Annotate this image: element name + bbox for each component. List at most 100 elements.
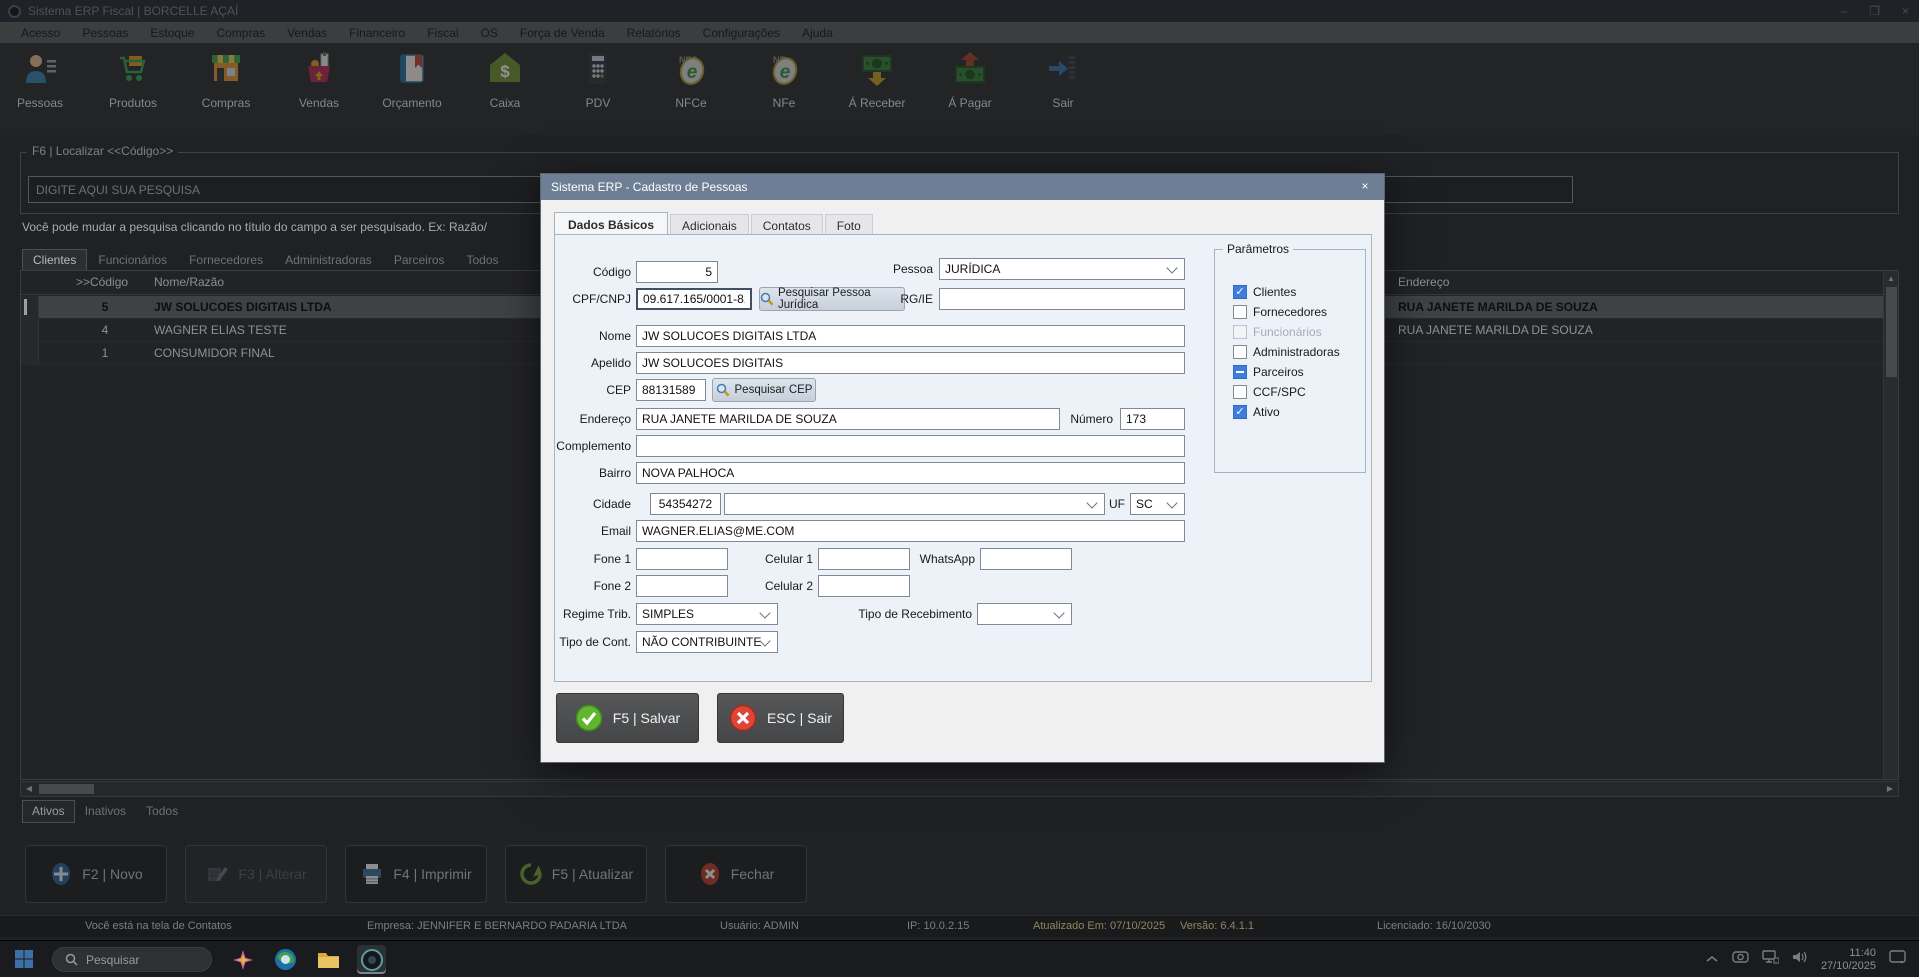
toolbar-nfe[interactable]: NF e NFe	[758, 51, 810, 110]
grid-header-nome[interactable]: Nome/Razão	[154, 275, 224, 289]
files-icon[interactable]	[314, 945, 343, 974]
novo-button[interactable]: F2 | Novo	[25, 845, 167, 903]
celular2-field[interactable]	[818, 575, 910, 597]
erp-app-icon[interactable]	[357, 945, 386, 974]
toolbar-orcamento[interactable]: Orçamento	[386, 51, 438, 110]
menu-compras[interactable]: Compras	[205, 24, 276, 42]
notification-center-icon[interactable]	[1889, 949, 1907, 970]
scroll-up-icon[interactable]: ▲	[1884, 271, 1898, 286]
menu-os[interactable]: OS	[470, 24, 509, 42]
tipo-de-cont-select[interactable]: NÃO CONTRIBUINTE	[636, 631, 778, 653]
taskbar-clock[interactable]: 11:40 27/10/2025	[1821, 947, 1876, 973]
horizontal-scrollbar[interactable]: ◀ ▶	[20, 781, 1899, 797]
toolbar-caixa[interactable]: $ Caixa	[479, 51, 531, 110]
tab-todos-filter[interactable]: Todos	[136, 800, 188, 823]
tab-parceiros[interactable]: Parceiros	[383, 249, 456, 272]
checkbox-administradoras[interactable]: ✓ Administradoras	[1233, 344, 1340, 360]
toolbar-pdv[interactable]: PDV	[572, 51, 624, 110]
nome-label: Nome	[555, 325, 631, 347]
menu-estoque[interactable]: Estoque	[139, 24, 205, 42]
codigo-field[interactable]	[636, 261, 718, 283]
tab-inativos[interactable]: Inativos	[75, 800, 136, 823]
uf-value: SC	[1131, 497, 1168, 511]
complemento-field[interactable]	[636, 435, 1185, 457]
toolbar-nfce[interactable]: NFC e NFCe	[665, 51, 717, 110]
checkbox-ativo[interactable]: ✓ Ativo	[1233, 404, 1280, 420]
checkbox-fornecedores[interactable]: ✓ Fornecedores	[1233, 304, 1327, 320]
cep-field[interactable]	[636, 379, 706, 401]
rg-ie-field[interactable]	[939, 288, 1185, 310]
pessoa-select[interactable]: JURÍDICA	[939, 258, 1185, 280]
menu-fiscal[interactable]: Fiscal	[416, 24, 469, 42]
fechar-button[interactable]: Fechar	[665, 845, 807, 903]
menu-configuracoes[interactable]: Configurações	[692, 24, 791, 42]
apelido-label: Apelido	[555, 352, 631, 374]
fone2-field[interactable]	[636, 575, 728, 597]
pesquisar-cep-button[interactable]: Pesquisar CEP	[712, 378, 816, 402]
screen-record-icon[interactable]	[1732, 950, 1749, 969]
grid-header-endereco[interactable]: Endereço	[1398, 275, 1449, 289]
toolbar-pessoas[interactable]: Pessoas	[14, 51, 66, 110]
tab-administradoras[interactable]: Administradoras	[274, 249, 383, 272]
volume-icon[interactable]	[1792, 950, 1808, 969]
grid-header-codigo[interactable]: >>Código	[76, 275, 128, 289]
celular1-field[interactable]	[818, 548, 910, 570]
nome-field[interactable]	[636, 325, 1185, 347]
menu-forca-de-venda[interactable]: Força de Venda	[509, 24, 616, 42]
menu-acesso[interactable]: Acesso	[10, 24, 71, 42]
numero-field[interactable]	[1120, 408, 1185, 430]
maximize-button[interactable]: ❐	[1869, 4, 1880, 18]
checkbox-ccf-spc[interactable]: ✓ CCF/SPC	[1233, 384, 1306, 400]
toolbar-sair[interactable]: Sair	[1037, 51, 1089, 110]
scrollbar-thumb[interactable]	[1886, 287, 1897, 377]
browser-icon[interactable]	[271, 945, 300, 974]
tipo-recebimento-select[interactable]	[977, 603, 1072, 625]
minimize-button[interactable]: –	[1841, 4, 1848, 18]
close-button[interactable]: ×	[1902, 4, 1909, 18]
tab-ativos[interactable]: Ativos	[22, 800, 75, 823]
checkbox-icon: ✓	[1233, 385, 1247, 399]
salvar-button[interactable]: F5 | Salvar	[556, 693, 699, 743]
menu-vendas[interactable]: Vendas	[276, 24, 338, 42]
menu-financeiro[interactable]: Financeiro	[338, 24, 416, 42]
start-button[interactable]	[14, 949, 34, 974]
bairro-field[interactable]	[636, 462, 1185, 484]
taskbar-search[interactable]: Pesquisar	[52, 947, 212, 972]
apelido-field[interactable]	[636, 352, 1185, 374]
imprimir-button[interactable]: F4 | Imprimir	[345, 845, 487, 903]
vertical-scrollbar[interactable]: ▲	[1883, 271, 1898, 779]
email-label: Email	[555, 520, 631, 542]
tab-clientes[interactable]: Clientes	[22, 249, 87, 272]
uf-select[interactable]: SC	[1130, 493, 1185, 515]
endereco-field[interactable]	[636, 408, 1060, 430]
checkbox-parceiros[interactable]: ✓ Parceiros	[1233, 364, 1304, 380]
toolbar-a-receber[interactable]: Á Receber	[851, 51, 903, 110]
checkbox-clientes[interactable]: ✓ Clientes	[1233, 284, 1296, 300]
cidade-codigo-field[interactable]	[650, 493, 721, 515]
network-icon[interactable]	[1762, 950, 1779, 969]
tab-fornecedores[interactable]: Fornecedores	[178, 249, 274, 272]
tab-todos[interactable]: Todos	[456, 249, 510, 272]
toolbar-a-pagar[interactable]: Á Pagar	[944, 51, 996, 110]
regime-trib-select[interactable]: SIMPLES	[636, 603, 778, 625]
copilot-sparkle-icon[interactable]	[228, 945, 257, 974]
cidade-select[interactable]	[724, 493, 1105, 515]
tab-funcionarios[interactable]: Funcionários	[87, 249, 178, 272]
toolbar-compras[interactable]: Compras	[200, 51, 252, 110]
menu-relatorios[interactable]: Relatórios	[616, 24, 692, 42]
email-field[interactable]	[636, 520, 1185, 542]
whatsapp-field[interactable]	[980, 548, 1072, 570]
dialog-close-icon[interactable]: ×	[1348, 174, 1382, 199]
scrollbar-thumb[interactable]	[39, 784, 94, 794]
tray-expand-icon[interactable]	[1705, 951, 1719, 969]
scroll-left-icon[interactable]: ◀	[21, 782, 37, 796]
cpf-cnpj-field[interactable]	[636, 288, 752, 310]
scroll-right-icon[interactable]: ▶	[1882, 782, 1898, 796]
toolbar-vendas[interactable]: Vendas	[293, 51, 345, 110]
menu-ajuda[interactable]: Ajuda	[791, 24, 844, 42]
fone1-field[interactable]	[636, 548, 728, 570]
toolbar-produtos[interactable]: Produtos	[107, 51, 159, 110]
menu-pessoas[interactable]: Pessoas	[71, 24, 139, 42]
esc-sair-button[interactable]: ESC | Sair	[717, 693, 844, 743]
atualizar-button[interactable]: F5 | Atualizar	[505, 845, 647, 903]
